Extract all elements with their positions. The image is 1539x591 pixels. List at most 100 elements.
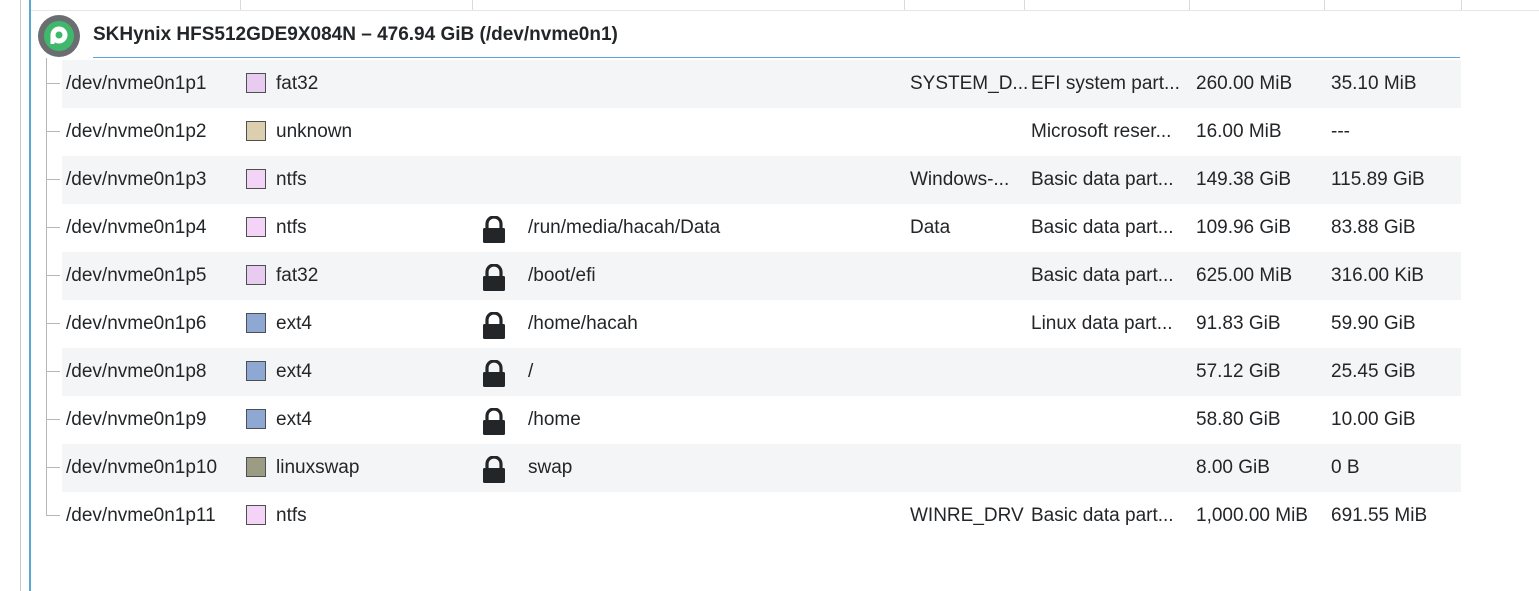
mount-point: /boot/efi <box>528 265 596 286</box>
partition-size: 149.38 GiB <box>1196 169 1292 190</box>
partition-row[interactable]: /dev/nvme0n1p8 ext4 / 57.12 GiB 25.45 GiB <box>46 348 1461 396</box>
partition-name: /dev/nvme0n1p6 <box>66 313 207 334</box>
partition-row[interactable]: /dev/nvme0n1p3 ntfs Windows-... Basic data … <box>46 156 1461 204</box>
filesystem-type: ext4 <box>276 409 312 430</box>
partition-name: /dev/nvme0n1p8 <box>66 361 207 382</box>
partition-size: 625.00 MiB <box>1196 265 1293 286</box>
filesystem-type: fat32 <box>276 265 319 286</box>
mount-point: /home/hacah <box>528 313 638 334</box>
column-separator[interactable] <box>1324 0 1325 10</box>
column-separator[interactable] <box>240 0 241 10</box>
partition-row[interactable]: /dev/nvme0n1p6 ext4/home/hacah Linux data … <box>46 300 1461 348</box>
mount-point: swap <box>528 457 573 478</box>
filesystem-color-swatch <box>246 73 266 93</box>
mount-point: /home <box>528 409 581 430</box>
partition-row[interactable]: /dev/nvme0n1p5 fat32/boot/efi Basic data p… <box>46 252 1461 300</box>
lock-icon <box>481 311 507 340</box>
partition-type: Basic data part... <box>1031 217 1174 238</box>
partition-size: 58.80 GiB <box>1196 409 1281 430</box>
partition-used: 83.88 GiB <box>1331 217 1416 238</box>
disk-icon <box>38 15 80 57</box>
device-underline <box>93 57 1460 58</box>
partition-row[interactable]: /dev/nvme0n1p9 ext4/home 58.80 GiB 10.00 Gi… <box>46 396 1461 444</box>
partition-type: Basic data part... <box>1031 265 1174 286</box>
partition-used: 25.45 GiB <box>1331 361 1416 382</box>
lock-icon <box>481 455 507 484</box>
partition-row[interactable]: /dev/nvme0n1p4 ntfs/run/media/hacah/Data D… <box>46 204 1461 252</box>
device-row[interactable]: SKHynix HFS512GDE9X084N – 476.94 GiB (/d… <box>31 12 1461 58</box>
column-separator[interactable] <box>1461 0 1462 10</box>
column-separator[interactable] <box>472 0 473 10</box>
filesystem-color-swatch <box>246 313 266 333</box>
partition-used: 691.55 MiB <box>1331 505 1428 526</box>
partition-size: 91.83 GiB <box>1196 313 1281 334</box>
mount-point: / <box>528 361 534 382</box>
partition-label: WINRE_DRV <box>910 505 1024 526</box>
lock-icon <box>481 263 507 292</box>
partition-row[interactable]: /dev/nvme0n1p11 ntfs WINRE_DRV Basic data p… <box>46 492 1461 540</box>
filesystem-color-swatch <box>246 457 266 477</box>
partition-type: EFI system part... <box>1031 73 1180 94</box>
partition-type: Basic data part... <box>1031 505 1174 526</box>
partition-size: 8.00 GiB <box>1196 457 1270 478</box>
partition-type: Linux data part... <box>1031 313 1173 334</box>
partition-name: /dev/nvme0n1p3 <box>66 169 207 190</box>
partition-size: 260.00 MiB <box>1196 73 1293 94</box>
selection-indicator <box>29 0 31 591</box>
filesystem-color-swatch <box>246 121 266 141</box>
partition-label: Data <box>910 217 951 238</box>
partition-used: 115.89 GiB <box>1331 169 1425 190</box>
lock-icon <box>481 215 507 244</box>
filesystem-type: ntfs <box>276 217 307 238</box>
filesystem-type: ntfs <box>276 505 307 526</box>
partition-name: /dev/nvme0n1p2 <box>66 121 207 142</box>
tree-branch <box>46 131 60 132</box>
panel-border <box>20 0 21 591</box>
device-title: SKHynix HFS512GDE9X084N – 476.94 GiB (/d… <box>93 24 618 45</box>
partition-size: 57.12 GiB <box>1196 361 1281 382</box>
partition-size: 1,000.00 MiB <box>1196 505 1308 526</box>
filesystem-color-swatch <box>246 505 266 525</box>
partition-used: 35.10 MiB <box>1331 73 1417 94</box>
partition-used: 10.00 GiB <box>1331 409 1416 430</box>
column-separator[interactable] <box>904 0 905 10</box>
partition-type: Basic data part... <box>1031 169 1174 190</box>
tree-branch <box>46 419 60 420</box>
partition-name: /dev/nvme0n1p4 <box>66 217 207 238</box>
filesystem-color-swatch <box>246 217 266 237</box>
partition-name: /dev/nvme0n1p11 <box>66 505 216 526</box>
tree-branch <box>46 515 60 516</box>
partition-size: 109.96 GiB <box>1196 217 1292 238</box>
filesystem-type: fat32 <box>276 73 319 94</box>
partition-row[interactable]: /dev/nvme0n1p2 unknown Microsoft reser... 1… <box>46 108 1461 156</box>
filesystem-type: linuxswap <box>276 457 360 478</box>
tree-branch <box>46 227 60 228</box>
filesystem-color-swatch <box>246 169 266 189</box>
partition-used: 316.00 KiB <box>1331 265 1424 286</box>
tree-branch <box>46 467 60 468</box>
column-header-strip[interactable] <box>31 0 1539 11</box>
partition-used: 59.90 GiB <box>1331 313 1416 334</box>
tree-branch <box>46 323 60 324</box>
filesystem-color-swatch <box>246 361 266 381</box>
partition-type: Microsoft reser... <box>1031 121 1172 142</box>
partition-size: 16.00 MiB <box>1196 121 1282 142</box>
left-margin <box>0 0 20 591</box>
tree-branch <box>46 83 60 84</box>
partition-label: SYSTEM_D... <box>910 73 1029 94</box>
partition-used: --- <box>1331 121 1350 142</box>
partition-row[interactable]: /dev/nvme0n1p1 fat32 SYSTEM_D... EFI system… <box>46 60 1461 108</box>
filesystem-type: unknown <box>276 121 353 142</box>
partition-row[interactable]: /dev/nvme0n1p10 linuxswap swap 8.00 GiB 0 B <box>46 444 1461 492</box>
partition-used: 0 B <box>1331 457 1360 478</box>
filesystem-type: ext4 <box>276 361 312 382</box>
column-separator[interactable] <box>1024 0 1025 10</box>
column-separator[interactable] <box>1189 0 1190 10</box>
partition-name: /dev/nvme0n1p1 <box>66 73 207 94</box>
lock-icon <box>481 359 507 388</box>
filesystem-type: ntfs <box>276 169 307 190</box>
partition-name: /dev/nvme0n1p10 <box>66 457 218 478</box>
tree-line <box>46 58 47 516</box>
partition-name: /dev/nvme0n1p5 <box>66 265 207 286</box>
partition-label: Windows-... <box>910 169 1010 190</box>
